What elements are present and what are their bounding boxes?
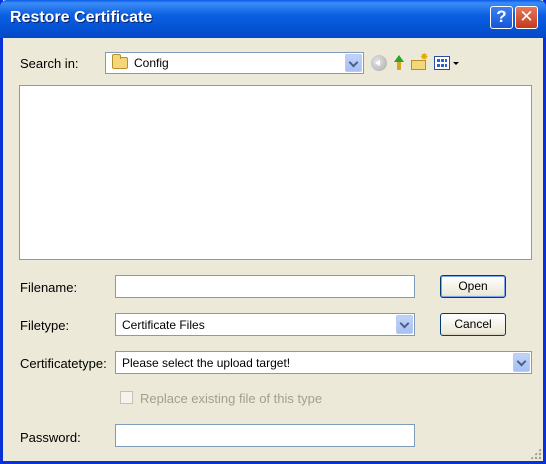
filetype-label: Filetype: [20,318,70,333]
search-in-dropdown[interactable]: Config [105,52,364,74]
password-input[interactable] [115,424,415,447]
filetype-dropdown[interactable]: Certificate Files [115,313,415,336]
chevron-down-icon[interactable] [396,315,413,334]
help-button[interactable]: ? [490,6,513,29]
cancel-button[interactable]: Cancel [440,313,506,336]
open-button[interactable]: Open [440,275,506,298]
search-in-value: Config [134,56,169,70]
dialog-title: Restore Certificate [10,9,153,26]
certificatetype-value: Please select the upload target! [122,356,291,370]
back-icon[interactable] [371,55,387,71]
replace-existing-checkbox[interactable] [120,391,133,404]
certificatetype-label: Certificatetype: [20,356,107,371]
filename-label: Filename: [20,280,78,295]
certificatetype-dropdown[interactable]: Please select the upload target! [115,351,532,374]
up-folder-icon[interactable] [391,55,407,71]
replace-existing-label: Replace existing file of this type [140,391,323,406]
chevron-down-icon[interactable] [345,54,362,72]
filetype-value: Certificate Files [122,318,205,332]
restore-certificate-dialog: Restore Certificate ? ✕ Search in: Confi… [0,0,546,464]
chevron-down-icon[interactable] [513,353,530,372]
title-bar[interactable]: Restore Certificate ? ✕ [0,0,546,38]
new-folder-icon[interactable]: ✸ [411,52,428,71]
views-menu-caret-icon[interactable] [453,62,459,65]
filename-input[interactable] [115,275,415,298]
password-label: Password: [20,430,81,445]
folder-icon [112,54,128,69]
file-list[interactable] [19,85,532,260]
views-icon[interactable] [434,56,450,70]
resize-grip-icon[interactable] [530,448,541,459]
search-in-label: Search in: [20,56,79,71]
close-button[interactable]: ✕ [515,6,538,29]
